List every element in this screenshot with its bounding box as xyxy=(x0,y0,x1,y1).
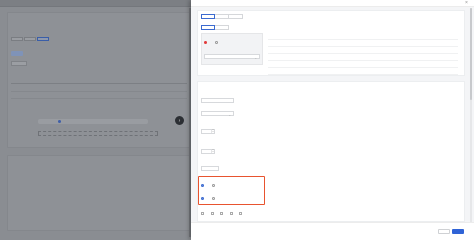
source-radio-group xyxy=(204,41,219,44)
kv-row xyxy=(268,61,458,68)
radio-checked-icon xyxy=(201,184,204,187)
checkbox-icon xyxy=(229,212,233,215)
source-tab[interactable] xyxy=(229,14,243,19)
radio-unchecked-icon xyxy=(211,184,215,187)
checkbox-option[interactable] xyxy=(210,212,216,215)
source-radio-a[interactable] xyxy=(204,41,209,44)
bottom-checkbox-group xyxy=(201,212,244,215)
bg-slider[interactable] xyxy=(38,119,148,124)
confirm-button[interactable] xyxy=(452,229,464,234)
radio-checked-icon xyxy=(204,41,207,44)
highlight-radio-group-2 xyxy=(201,197,216,200)
kv-row xyxy=(268,68,458,75)
bg-table xyxy=(11,83,187,99)
close-icon[interactable]: × xyxy=(464,1,469,6)
kv-row xyxy=(268,54,458,61)
highlight-radio-a[interactable] xyxy=(201,184,206,187)
kv-row xyxy=(268,40,458,47)
kv-row xyxy=(268,47,458,54)
field4-stepper[interactable]: ▴ ▾ xyxy=(201,149,215,154)
radio-unchecked-icon xyxy=(211,197,215,200)
bg-add-row[interactable] xyxy=(38,131,158,136)
bg-input[interactable] xyxy=(11,61,27,66)
checkbox-icon xyxy=(220,212,223,215)
bg-card-main xyxy=(7,12,192,148)
stepper-arrows-icon[interactable]: ▴ ▾ xyxy=(211,129,214,133)
source-radio-b[interactable] xyxy=(214,41,220,44)
table-row xyxy=(11,93,187,99)
checkbox-option[interactable] xyxy=(201,212,206,215)
source-subtab[interactable] xyxy=(215,25,229,30)
source-tab[interactable] xyxy=(201,14,215,19)
checkbox-option[interactable] xyxy=(229,212,235,215)
chevron-down-icon: ⌄ xyxy=(254,55,257,60)
bg-tab-active[interactable] xyxy=(37,37,49,41)
drawer-footer xyxy=(191,222,474,240)
bg-fab-button[interactable]: › xyxy=(175,116,184,125)
settings-drawer: × ⌄ ⌄ ▴ ▾ ▴ ▾ xyxy=(191,0,474,240)
field2-select[interactable]: ⌄ xyxy=(201,111,234,117)
bg-tab[interactable] xyxy=(24,37,36,41)
checkbox-icon xyxy=(201,212,204,215)
bg-card-secondary xyxy=(7,155,192,231)
stepper-arrows-icon[interactable]: ▴ ▾ xyxy=(211,149,214,153)
field1-input[interactable] xyxy=(201,98,234,103)
source-config-box: ⌄ xyxy=(201,33,263,65)
field5-input[interactable] xyxy=(201,166,219,171)
highlight-radio-b[interactable] xyxy=(211,184,217,187)
bg-pill[interactable] xyxy=(11,51,23,56)
highlighted-options-box xyxy=(198,176,265,205)
source-tabs xyxy=(201,14,243,19)
kv-row xyxy=(268,33,458,40)
radio-checked-icon xyxy=(201,197,204,200)
highlight-radio-group-1 xyxy=(201,184,216,187)
source-select[interactable]: ⌄ xyxy=(204,54,260,60)
source-subtabs xyxy=(201,25,229,30)
cancel-button[interactable] xyxy=(438,229,450,234)
table-row xyxy=(11,86,187,92)
highlight-radio-d[interactable] xyxy=(211,197,217,200)
checkbox-icon xyxy=(239,212,242,215)
bg-tab[interactable] xyxy=(11,37,23,41)
checkbox-icon xyxy=(210,212,214,215)
bg-tabs xyxy=(11,37,49,41)
field3-stepper[interactable]: ▴ ▾ xyxy=(201,129,215,134)
drawer-header: × xyxy=(191,0,474,7)
radio-unchecked-icon xyxy=(214,41,218,44)
checkbox-option[interactable] xyxy=(220,212,225,215)
bg-slider-knob[interactable] xyxy=(58,120,61,123)
chevron-down-icon: ⌄ xyxy=(228,112,231,117)
source-subtab[interactable] xyxy=(201,25,215,30)
checkbox-option[interactable] xyxy=(239,212,244,215)
drawer-scrollbar-thumb[interactable] xyxy=(470,8,472,100)
source-tab[interactable] xyxy=(215,14,229,19)
highlight-radio-c[interactable] xyxy=(201,197,206,200)
source-section: ⌄ xyxy=(197,10,465,76)
